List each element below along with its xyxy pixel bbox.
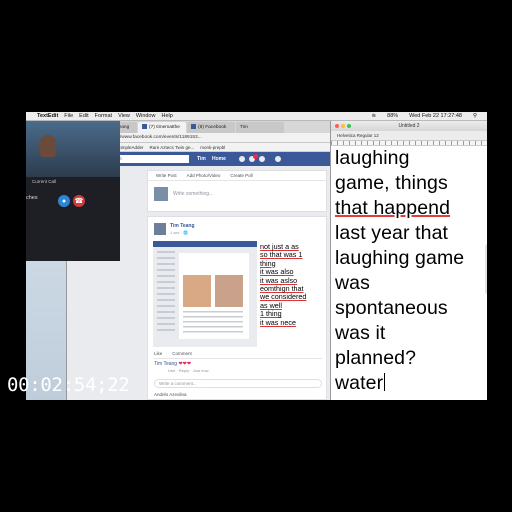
add-photo-tab[interactable]: Add Photo/Video — [187, 171, 221, 180]
inner-sidebar — [157, 251, 175, 331]
facebook-icon — [142, 124, 147, 130]
text-line-last: water — [335, 371, 485, 396]
screen: TextEdit File Edit Format View Window He… — [26, 112, 487, 400]
help-icon[interactable] — [275, 156, 281, 162]
post-footer-user[interactable]: Andrés Azeolina — [154, 392, 187, 397]
search-icon[interactable]: ⚲ — [473, 112, 477, 121]
bookmark-simpleadder[interactable]: SimpleAdder — [118, 143, 144, 151]
menu-edit[interactable]: Edit — [79, 112, 88, 120]
composer-actions: Write Post Add Photo/Video Create Poll — [148, 171, 326, 181]
comment-meta[interactable]: Like · Reply · Just now — [168, 368, 208, 373]
inner-text-lines — [183, 311, 243, 335]
bookmark-rare-aztecs[interactable]: Rare Aztecs Twin ge... — [150, 143, 195, 151]
avatar — [154, 187, 168, 201]
close-icon[interactable] — [335, 124, 339, 128]
menu-view[interactable]: View — [118, 112, 130, 120]
menu-app-name[interactable]: TextEdit — [37, 112, 58, 120]
composer-input[interactable]: Write something... — [173, 191, 213, 197]
comment-input[interactable]: Write a comment... — [154, 379, 322, 388]
document-text[interactable]: laughing game, things that happend last … — [335, 146, 485, 400]
inner-browser-screenshot — [153, 241, 257, 347]
text-line: laughing — [335, 147, 410, 169]
wifi-icon[interactable]: ≋ — [372, 112, 377, 121]
text-line: that happend — [335, 197, 451, 219]
post-image[interactable]: not just a as so that was 1 thing it was… — [153, 241, 321, 347]
text-line: was — [335, 272, 370, 294]
facebook-icon — [191, 124, 196, 130]
menu-format[interactable]: Format — [95, 112, 112, 120]
nav-profile[interactable]: Tim — [197, 152, 206, 166]
tab-2[interactable]: (7) timematthe — [138, 122, 186, 133]
menu-file[interactable]: File — [64, 112, 73, 120]
window-controls — [335, 124, 351, 128]
note-line: it was nece — [260, 317, 296, 327]
like-button[interactable]: Like — [154, 351, 162, 356]
text-line: last year that — [335, 222, 449, 244]
post-author[interactable]: Tim Teang — [170, 223, 195, 229]
textedit-window: Untitled 2 Helvetica Regular 12 laughing… — [330, 121, 487, 400]
call-window: Current Call ches ● ☎ — [26, 121, 120, 261]
url-text: https://www.facebook.com/events/1189153.… — [106, 135, 202, 140]
notifications-icon[interactable] — [259, 156, 265, 162]
avatar[interactable] — [154, 223, 166, 235]
format-toolbar[interactable]: Helvetica Regular 12 — [331, 131, 487, 141]
timecode: 00:02:54;22 — [7, 374, 130, 396]
text-line: spontaneous — [335, 297, 448, 319]
microphone-icon[interactable]: ● — [58, 195, 70, 207]
bookmark-monk[interactable]: monk-prepbl — [200, 143, 225, 151]
menu-window[interactable]: Window — [136, 112, 156, 120]
chat-status[interactable]: Chat (79) — [190, 387, 209, 392]
editor-title: Untitled 2 — [331, 121, 487, 131]
comment-button[interactable]: Comment — [172, 351, 192, 356]
zoom-icon[interactable] — [347, 124, 351, 128]
comment-author[interactable]: Tim Teang — [154, 361, 177, 367]
inner-notes: not just a as so that was 1 thing it was… — [257, 241, 321, 347]
notification-badge — [253, 154, 258, 159]
hang-up-icon[interactable]: ☎ — [73, 195, 85, 207]
post-composer: Write Post Add Photo/Video Create Poll W… — [147, 170, 327, 212]
text-line: game, things — [335, 172, 448, 194]
nav-home[interactable]: Home — [212, 152, 226, 166]
caller-avatar — [40, 135, 56, 157]
inner-facebook-bar — [153, 241, 257, 247]
text-line: water — [335, 372, 384, 394]
text-line: planned? — [335, 347, 417, 369]
post-actions: Like Comment — [154, 351, 322, 359]
inner-photo — [183, 275, 211, 307]
heart-icon: ❤❤❤ — [178, 361, 192, 367]
clock[interactable]: Wed Feb 22 17:27:48 — [409, 112, 462, 121]
text-line: was it — [335, 322, 386, 344]
text-cursor — [384, 373, 386, 391]
feed-post: Tim Teang 1 sec · 🌐 not just a as so tha… — [147, 216, 327, 400]
write-post-tab[interactable]: Write Post — [156, 171, 177, 180]
menubar-status: ≋ 88% Wed Feb 22 17:27:48 ⚲ — [372, 112, 483, 121]
call-status: Current Call — [32, 179, 57, 184]
create-poll-tab[interactable]: Create Poll — [230, 171, 252, 180]
tab-3[interactable]: (8) Facebook — [187, 122, 235, 133]
text-line: laughing game — [335, 247, 465, 269]
menu-help[interactable]: Help — [161, 112, 172, 120]
tab-4[interactable]: Tim — [236, 122, 284, 133]
call-side-text: ches — [26, 195, 38, 201]
post-time: 1 sec · 🌐 — [170, 230, 189, 235]
menu-bar: TextEdit File Edit Format View Window He… — [26, 112, 487, 121]
friends-icon[interactable] — [239, 156, 245, 162]
scrollbar[interactable] — [485, 244, 487, 294]
battery-label[interactable]: 88% — [387, 112, 398, 121]
comment: Tim Teang ❤❤❤ — [154, 361, 191, 367]
inner-photo — [215, 275, 243, 307]
minimize-icon[interactable] — [341, 124, 345, 128]
